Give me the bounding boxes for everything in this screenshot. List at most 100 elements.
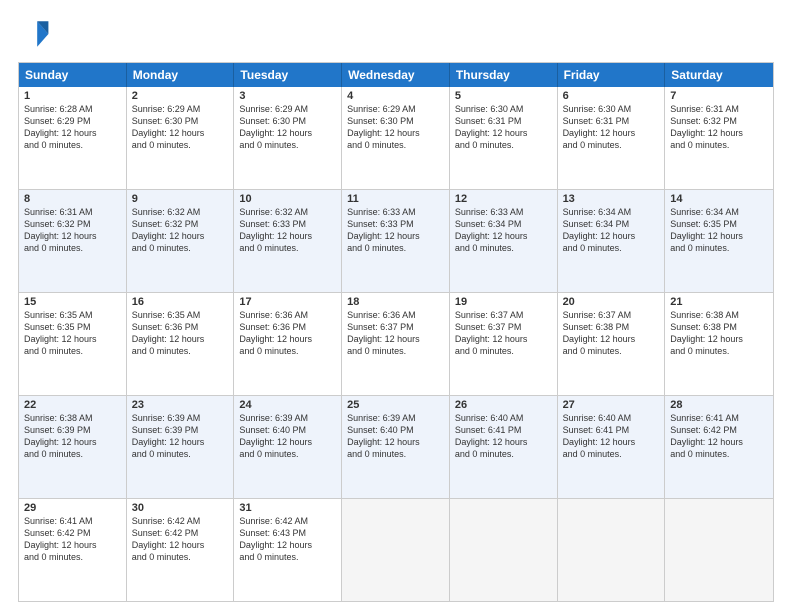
cell-info: Sunrise: 6:35 AMSunset: 6:36 PMDaylight:… (132, 309, 229, 358)
day-cell-15: 15Sunrise: 6:35 AMSunset: 6:35 PMDayligh… (19, 293, 127, 395)
cell-info: Sunrise: 6:38 AMSunset: 6:39 PMDaylight:… (24, 412, 121, 461)
day-cell-23: 23Sunrise: 6:39 AMSunset: 6:39 PMDayligh… (127, 396, 235, 498)
calendar-body: 1Sunrise: 6:28 AMSunset: 6:29 PMDaylight… (19, 87, 773, 601)
day-number: 23 (132, 399, 229, 411)
cell-info: Sunrise: 6:36 AMSunset: 6:37 PMDaylight:… (347, 309, 444, 358)
cell-info: Sunrise: 6:30 AMSunset: 6:31 PMDaylight:… (455, 103, 552, 152)
day-cell-20: 20Sunrise: 6:37 AMSunset: 6:38 PMDayligh… (558, 293, 666, 395)
calendar: SundayMondayTuesdayWednesdayThursdayFrid… (18, 62, 774, 602)
day-cell-1: 1Sunrise: 6:28 AMSunset: 6:29 PMDaylight… (19, 87, 127, 189)
day-cell-31: 31Sunrise: 6:42 AMSunset: 6:43 PMDayligh… (234, 499, 342, 601)
day-cell-2: 2Sunrise: 6:29 AMSunset: 6:30 PMDaylight… (127, 87, 235, 189)
day-cell-4: 4Sunrise: 6:29 AMSunset: 6:30 PMDaylight… (342, 87, 450, 189)
day-number: 26 (455, 399, 552, 411)
day-cell-8: 8Sunrise: 6:31 AMSunset: 6:32 PMDaylight… (19, 190, 127, 292)
cell-info: Sunrise: 6:41 AMSunset: 6:42 PMDaylight:… (670, 412, 768, 461)
cell-info: Sunrise: 6:42 AMSunset: 6:42 PMDaylight:… (132, 515, 229, 564)
day-cell-9: 9Sunrise: 6:32 AMSunset: 6:32 PMDaylight… (127, 190, 235, 292)
cell-info: Sunrise: 6:32 AMSunset: 6:32 PMDaylight:… (132, 206, 229, 255)
day-cell-28: 28Sunrise: 6:41 AMSunset: 6:42 PMDayligh… (665, 396, 773, 498)
header-day-friday: Friday (558, 63, 666, 87)
cell-info: Sunrise: 6:33 AMSunset: 6:33 PMDaylight:… (347, 206, 444, 255)
day-cell-16: 16Sunrise: 6:35 AMSunset: 6:36 PMDayligh… (127, 293, 235, 395)
header-day-saturday: Saturday (665, 63, 773, 87)
day-number: 21 (670, 296, 768, 308)
day-cell-11: 11Sunrise: 6:33 AMSunset: 6:33 PMDayligh… (342, 190, 450, 292)
cell-info: Sunrise: 6:39 AMSunset: 6:40 PMDaylight:… (347, 412, 444, 461)
day-number: 13 (563, 193, 660, 205)
page: SundayMondayTuesdayWednesdayThursdayFrid… (0, 0, 792, 612)
cell-info: Sunrise: 6:31 AMSunset: 6:32 PMDaylight:… (670, 103, 768, 152)
day-cell-17: 17Sunrise: 6:36 AMSunset: 6:36 PMDayligh… (234, 293, 342, 395)
day-number: 25 (347, 399, 444, 411)
day-number: 22 (24, 399, 121, 411)
day-number: 3 (239, 90, 336, 102)
header-day-tuesday: Tuesday (234, 63, 342, 87)
day-number: 24 (239, 399, 336, 411)
day-cell-29: 29Sunrise: 6:41 AMSunset: 6:42 PMDayligh… (19, 499, 127, 601)
day-number: 10 (239, 193, 336, 205)
day-number: 16 (132, 296, 229, 308)
day-number: 17 (239, 296, 336, 308)
cell-info: Sunrise: 6:36 AMSunset: 6:36 PMDaylight:… (239, 309, 336, 358)
header (18, 18, 774, 50)
cell-info: Sunrise: 6:40 AMSunset: 6:41 PMDaylight:… (563, 412, 660, 461)
cell-info: Sunrise: 6:29 AMSunset: 6:30 PMDaylight:… (132, 103, 229, 152)
empty-cell (665, 499, 773, 601)
day-number: 4 (347, 90, 444, 102)
cell-info: Sunrise: 6:29 AMSunset: 6:30 PMDaylight:… (239, 103, 336, 152)
cell-info: Sunrise: 6:29 AMSunset: 6:30 PMDaylight:… (347, 103, 444, 152)
cell-info: Sunrise: 6:31 AMSunset: 6:32 PMDaylight:… (24, 206, 121, 255)
day-cell-25: 25Sunrise: 6:39 AMSunset: 6:40 PMDayligh… (342, 396, 450, 498)
day-number: 8 (24, 193, 121, 205)
empty-cell (450, 499, 558, 601)
cell-info: Sunrise: 6:28 AMSunset: 6:29 PMDaylight:… (24, 103, 121, 152)
day-cell-18: 18Sunrise: 6:36 AMSunset: 6:37 PMDayligh… (342, 293, 450, 395)
day-number: 31 (239, 502, 336, 514)
day-number: 28 (670, 399, 768, 411)
day-number: 2 (132, 90, 229, 102)
day-cell-26: 26Sunrise: 6:40 AMSunset: 6:41 PMDayligh… (450, 396, 558, 498)
calendar-row-2: 8Sunrise: 6:31 AMSunset: 6:32 PMDaylight… (19, 190, 773, 293)
day-cell-14: 14Sunrise: 6:34 AMSunset: 6:35 PMDayligh… (665, 190, 773, 292)
day-cell-22: 22Sunrise: 6:38 AMSunset: 6:39 PMDayligh… (19, 396, 127, 498)
day-number: 29 (24, 502, 121, 514)
cell-info: Sunrise: 6:34 AMSunset: 6:35 PMDaylight:… (670, 206, 768, 255)
header-day-thursday: Thursday (450, 63, 558, 87)
day-number: 19 (455, 296, 552, 308)
calendar-row-4: 22Sunrise: 6:38 AMSunset: 6:39 PMDayligh… (19, 396, 773, 499)
cell-info: Sunrise: 6:37 AMSunset: 6:37 PMDaylight:… (455, 309, 552, 358)
cell-info: Sunrise: 6:35 AMSunset: 6:35 PMDaylight:… (24, 309, 121, 358)
day-cell-7: 7Sunrise: 6:31 AMSunset: 6:32 PMDaylight… (665, 87, 773, 189)
day-cell-3: 3Sunrise: 6:29 AMSunset: 6:30 PMDaylight… (234, 87, 342, 189)
day-number: 12 (455, 193, 552, 205)
cell-info: Sunrise: 6:38 AMSunset: 6:38 PMDaylight:… (670, 309, 768, 358)
cell-info: Sunrise: 6:32 AMSunset: 6:33 PMDaylight:… (239, 206, 336, 255)
cell-info: Sunrise: 6:41 AMSunset: 6:42 PMDaylight:… (24, 515, 121, 564)
day-number: 9 (132, 193, 229, 205)
header-day-sunday: Sunday (19, 63, 127, 87)
cell-info: Sunrise: 6:33 AMSunset: 6:34 PMDaylight:… (455, 206, 552, 255)
day-number: 6 (563, 90, 660, 102)
day-cell-27: 27Sunrise: 6:40 AMSunset: 6:41 PMDayligh… (558, 396, 666, 498)
day-number: 14 (670, 193, 768, 205)
day-number: 18 (347, 296, 444, 308)
calendar-row-1: 1Sunrise: 6:28 AMSunset: 6:29 PMDaylight… (19, 87, 773, 190)
day-cell-19: 19Sunrise: 6:37 AMSunset: 6:37 PMDayligh… (450, 293, 558, 395)
day-cell-10: 10Sunrise: 6:32 AMSunset: 6:33 PMDayligh… (234, 190, 342, 292)
header-day-monday: Monday (127, 63, 235, 87)
cell-info: Sunrise: 6:30 AMSunset: 6:31 PMDaylight:… (563, 103, 660, 152)
day-cell-6: 6Sunrise: 6:30 AMSunset: 6:31 PMDaylight… (558, 87, 666, 189)
day-number: 11 (347, 193, 444, 205)
logo-icon (18, 18, 50, 50)
day-cell-12: 12Sunrise: 6:33 AMSunset: 6:34 PMDayligh… (450, 190, 558, 292)
day-cell-30: 30Sunrise: 6:42 AMSunset: 6:42 PMDayligh… (127, 499, 235, 601)
day-number: 15 (24, 296, 121, 308)
calendar-row-5: 29Sunrise: 6:41 AMSunset: 6:42 PMDayligh… (19, 499, 773, 601)
cell-info: Sunrise: 6:39 AMSunset: 6:39 PMDaylight:… (132, 412, 229, 461)
cell-info: Sunrise: 6:34 AMSunset: 6:34 PMDaylight:… (563, 206, 660, 255)
day-cell-5: 5Sunrise: 6:30 AMSunset: 6:31 PMDaylight… (450, 87, 558, 189)
cell-info: Sunrise: 6:37 AMSunset: 6:38 PMDaylight:… (563, 309, 660, 358)
day-number: 30 (132, 502, 229, 514)
day-number: 20 (563, 296, 660, 308)
